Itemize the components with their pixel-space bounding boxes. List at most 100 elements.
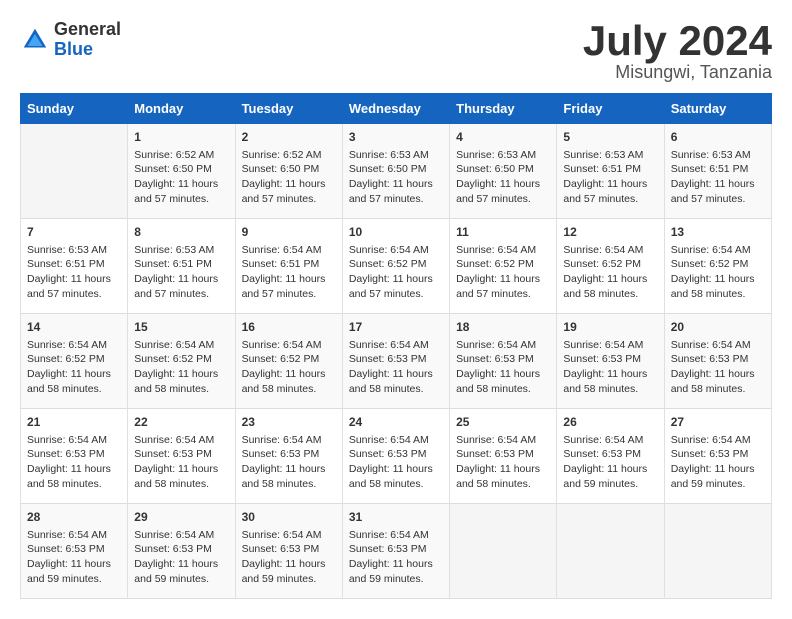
day-info: Sunrise: 6:52 AM Sunset: 6:50 PM Dayligh… (242, 148, 336, 207)
calendar-cell: 26 Sunrise: 6:54 AM Sunset: 6:53 PM Dayli… (557, 409, 664, 504)
day-number: 6 (671, 129, 765, 146)
day-of-week-header: Thursday (450, 94, 557, 124)
calendar-week-row: 28 Sunrise: 6:54 AM Sunset: 6:53 PM Dayli… (21, 504, 772, 599)
day-number: 11 (456, 224, 550, 241)
day-info: Sunrise: 6:54 AM Sunset: 6:52 PM Dayligh… (563, 243, 657, 302)
calendar-week-row: 14 Sunrise: 6:54 AM Sunset: 6:52 PM Dayli… (21, 314, 772, 409)
main-title: July 2024 (583, 20, 772, 62)
day-number: 12 (563, 224, 657, 241)
calendar-cell: 17Sunrise: 6:54 AM Sunset: 6:53 PM Dayli… (342, 314, 449, 409)
day-number: 18 (456, 319, 550, 336)
day-info: Sunrise: 6:54 AM Sunset: 6:52 PM Dayligh… (134, 338, 228, 397)
day-info: Sunrise: 6:54 AM Sunset: 6:53 PM Dayligh… (349, 528, 443, 587)
calendar-cell (450, 504, 557, 599)
day-info: Sunrise: 6:54 AM Sunset: 6:53 PM Dayligh… (349, 433, 443, 492)
logo-icon (20, 25, 50, 55)
day-number: 3 (349, 129, 443, 146)
day-number: 31 (349, 509, 443, 526)
day-info: Sunrise: 6:54 AM Sunset: 6:53 PM Dayligh… (349, 338, 443, 397)
day-number: 27 (671, 414, 765, 431)
day-info: Sunrise: 6:53 AM Sunset: 6:50 PM Dayligh… (456, 148, 550, 207)
calendar-cell: 27 Sunrise: 6:54 AM Sunset: 6:53 PM Dayli… (664, 409, 771, 504)
day-number: 15 (134, 319, 228, 336)
calendar-cell: 13 Sunrise: 6:54 AM Sunset: 6:52 PM Dayli… (664, 219, 771, 314)
day-number: 20 (671, 319, 765, 336)
day-number: 5 (563, 129, 657, 146)
calendar-cell: 25Sunrise: 6:54 AM Sunset: 6:53 PM Dayli… (450, 409, 557, 504)
day-number: 25 (456, 414, 550, 431)
day-info: Sunrise: 6:54 AM Sunset: 6:53 PM Dayligh… (563, 433, 657, 492)
day-number: 2 (242, 129, 336, 146)
calendar-cell: 10Sunrise: 6:54 AM Sunset: 6:52 PM Dayli… (342, 219, 449, 314)
day-number: 26 (563, 414, 657, 431)
day-number: 23 (242, 414, 336, 431)
day-number: 24 (349, 414, 443, 431)
calendar-body: 1 Sunrise: 6:52 AM Sunset: 6:50 PM Daylig… (21, 124, 772, 599)
day-info: Sunrise: 6:54 AM Sunset: 6:52 PM Dayligh… (27, 338, 121, 397)
day-info: Sunrise: 6:54 AM Sunset: 6:53 PM Dayligh… (27, 528, 121, 587)
calendar-cell: 22Sunrise: 6:54 AM Sunset: 6:53 PM Dayli… (128, 409, 235, 504)
calendar-header: SundayMondayTuesdayWednesdayThursdayFrid… (21, 94, 772, 124)
day-info: Sunrise: 6:54 AM Sunset: 6:53 PM Dayligh… (27, 433, 121, 492)
calendar-cell: 3Sunrise: 6:53 AM Sunset: 6:50 PM Daylig… (342, 124, 449, 219)
calendar-cell: 9 Sunrise: 6:54 AM Sunset: 6:51 PM Daylig… (235, 219, 342, 314)
day-info: Sunrise: 6:54 AM Sunset: 6:52 PM Dayligh… (242, 338, 336, 397)
logo: General Blue (20, 20, 121, 60)
calendar-cell: 19 Sunrise: 6:54 AM Sunset: 6:53 PM Dayli… (557, 314, 664, 409)
logo-blue: Blue (54, 40, 121, 60)
logo-general: General (54, 20, 121, 40)
calendar-cell: 7Sunrise: 6:53 AM Sunset: 6:51 PM Daylig… (21, 219, 128, 314)
day-number: 16 (242, 319, 336, 336)
calendar-week-row: 7Sunrise: 6:53 AM Sunset: 6:51 PM Daylig… (21, 219, 772, 314)
day-of-week-header: Friday (557, 94, 664, 124)
day-info: Sunrise: 6:53 AM Sunset: 6:51 PM Dayligh… (134, 243, 228, 302)
day-info: Sunrise: 6:54 AM Sunset: 6:53 PM Dayligh… (671, 433, 765, 492)
day-number: 21 (27, 414, 121, 431)
day-number: 22 (134, 414, 228, 431)
calendar-cell (557, 504, 664, 599)
day-number: 29 (134, 509, 228, 526)
calendar-cell: 16 Sunrise: 6:54 AM Sunset: 6:52 PM Dayli… (235, 314, 342, 409)
calendar-cell (21, 124, 128, 219)
day-number: 13 (671, 224, 765, 241)
day-info: Sunrise: 6:54 AM Sunset: 6:51 PM Dayligh… (242, 243, 336, 302)
day-info: Sunrise: 6:54 AM Sunset: 6:53 PM Dayligh… (242, 433, 336, 492)
day-number: 4 (456, 129, 550, 146)
day-info: Sunrise: 6:54 AM Sunset: 6:52 PM Dayligh… (456, 243, 550, 302)
calendar-cell: 28 Sunrise: 6:54 AM Sunset: 6:53 PM Dayli… (21, 504, 128, 599)
calendar-cell: 14 Sunrise: 6:54 AM Sunset: 6:52 PM Dayli… (21, 314, 128, 409)
day-info: Sunrise: 6:54 AM Sunset: 6:53 PM Dayligh… (134, 528, 228, 587)
day-number: 28 (27, 509, 121, 526)
calendar-cell: 6 Sunrise: 6:53 AM Sunset: 6:51 PM Daylig… (664, 124, 771, 219)
day-number: 1 (134, 129, 228, 146)
day-of-week-header: Sunday (21, 94, 128, 124)
day-number: 19 (563, 319, 657, 336)
day-number: 9 (242, 224, 336, 241)
day-number: 14 (27, 319, 121, 336)
calendar-cell: 20Sunrise: 6:54 AM Sunset: 6:53 PM Dayli… (664, 314, 771, 409)
logo-text: General Blue (54, 20, 121, 60)
calendar-cell: 24 Sunrise: 6:54 AM Sunset: 6:53 PM Dayli… (342, 409, 449, 504)
day-info: Sunrise: 6:53 AM Sunset: 6:51 PM Dayligh… (27, 243, 121, 302)
calendar-cell: 2 Sunrise: 6:52 AM Sunset: 6:50 PM Daylig… (235, 124, 342, 219)
day-number: 30 (242, 509, 336, 526)
calendar-cell: 4 Sunrise: 6:53 AM Sunset: 6:50 PM Daylig… (450, 124, 557, 219)
calendar-cell: 18Sunrise: 6:54 AM Sunset: 6:53 PM Dayli… (450, 314, 557, 409)
calendar-cell: 12 Sunrise: 6:54 AM Sunset: 6:52 PM Dayli… (557, 219, 664, 314)
day-number: 8 (134, 224, 228, 241)
calendar-cell: 8 Sunrise: 6:53 AM Sunset: 6:51 PM Daylig… (128, 219, 235, 314)
calendar-cell (664, 504, 771, 599)
day-info: Sunrise: 6:54 AM Sunset: 6:52 PM Dayligh… (671, 243, 765, 302)
day-info: Sunrise: 6:53 AM Sunset: 6:51 PM Dayligh… (671, 148, 765, 207)
title-block: July 2024 Misungwi, Tanzania (583, 20, 772, 83)
day-of-week-header: Tuesday (235, 94, 342, 124)
calendar-cell: 30Sunrise: 6:54 AM Sunset: 6:53 PM Dayli… (235, 504, 342, 599)
day-info: Sunrise: 6:54 AM Sunset: 6:53 PM Dayligh… (563, 338, 657, 397)
subtitle: Misungwi, Tanzania (583, 62, 772, 83)
calendar-cell: 31 Sunrise: 6:54 AM Sunset: 6:53 PM Dayli… (342, 504, 449, 599)
day-number: 10 (349, 224, 443, 241)
day-info: Sunrise: 6:53 AM Sunset: 6:51 PM Dayligh… (563, 148, 657, 207)
calendar-table: SundayMondayTuesdayWednesdayThursdayFrid… (20, 93, 772, 599)
calendar-cell: 1Sunrise: 6:52 AM Sunset: 6:50 PM Daylig… (128, 124, 235, 219)
calendar-week-row: 1 Sunrise: 6:52 AM Sunset: 6:50 PM Daylig… (21, 124, 772, 219)
